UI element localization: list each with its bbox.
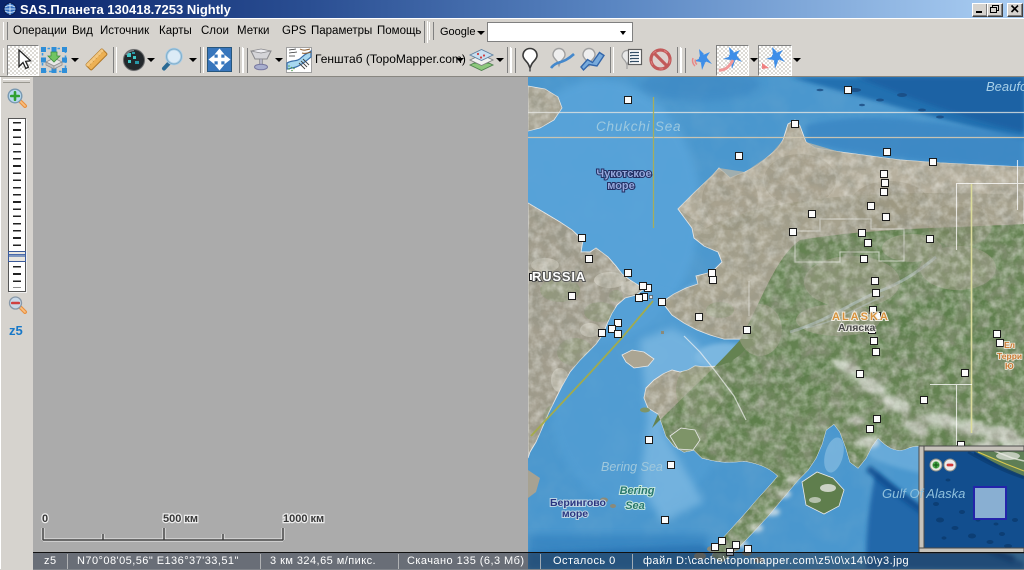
svg-text:Bering Sea: Bering Sea [601, 460, 663, 474]
svg-text:Ел: Ел [1004, 340, 1015, 350]
svg-text:RUSSIA: RUSSIA [532, 269, 586, 284]
svg-text:Bering: Bering [620, 485, 655, 497]
svg-text:Ю: Ю [1005, 361, 1014, 371]
svg-text:Чукотское: Чукотское [596, 168, 651, 180]
svg-text:Gulf Of Alaska: Gulf Of Alaska [882, 486, 965, 501]
svg-text:Аляска: Аляска [838, 322, 875, 334]
svg-text:1000 км: 1000 км [283, 513, 324, 525]
svg-text:Beaufo: Beaufo [986, 79, 1024, 94]
svg-text:море: море [607, 180, 635, 192]
svg-text:Sea: Sea [625, 500, 645, 512]
svg-text:море: море [562, 508, 588, 520]
svg-text:500 км: 500 км [163, 513, 198, 525]
svg-text:0: 0 [42, 513, 48, 525]
svg-text:Терри: Терри [997, 351, 1022, 361]
svg-text:Chukchi Sea: Chukchi Sea [596, 119, 681, 134]
